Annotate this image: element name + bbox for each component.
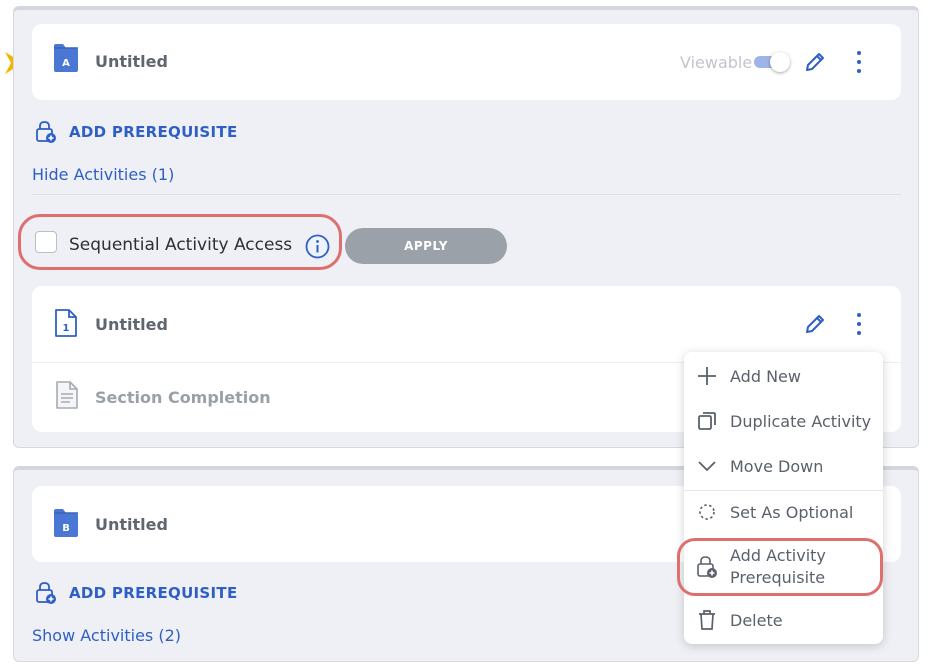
section-folder-icon: B — [54, 509, 78, 537]
section-badge: A — [62, 58, 70, 69]
section-badge: B — [62, 523, 70, 534]
info-icon[interactable] — [305, 234, 330, 259]
lock-add-icon — [36, 121, 56, 143]
menu-separator — [684, 490, 883, 491]
activity-more-icon[interactable] — [854, 313, 864, 335]
section-a-header-card[interactable]: A Untitled Viewable — [32, 24, 901, 100]
section-completion-label: Section Completion — [95, 388, 271, 407]
menu-item-delete[interactable]: Delete — [684, 600, 883, 640]
add-prerequisite-label: ADD PREREQUISITE — [69, 123, 238, 141]
activity-document-icon[interactable]: 1 — [53, 308, 79, 338]
plus-icon — [696, 365, 718, 387]
section-b-add-prerequisite[interactable]: ADD PREREQUISITE — [35, 581, 238, 605]
activity-context-menu: Add New Duplicate Activity Move Down Set… — [684, 352, 883, 644]
section-completion-icon — [56, 381, 78, 409]
chevron-down-icon — [696, 455, 718, 477]
menu-item-label: Duplicate Activity — [730, 411, 872, 431]
menu-item-add-new[interactable]: Add New — [684, 356, 883, 396]
edit-pencil-icon[interactable] — [803, 50, 827, 74]
dashed-circle-icon — [696, 501, 718, 523]
trash-icon — [696, 609, 718, 631]
activity-edit-pencil-icon[interactable] — [803, 312, 827, 336]
add-prerequisite-label: ADD PREREQUISITE — [69, 584, 238, 602]
section-a-add-prerequisite[interactable]: ADD PREREQUISITE — [35, 120, 238, 144]
activity-title[interactable]: Untitled — [95, 315, 168, 334]
sequential-access-checkbox[interactable] — [35, 231, 57, 253]
course-builder: A Untitled Viewable ADD PREREQUISITE Hid… — [0, 0, 938, 671]
section-folder-icon: A — [54, 44, 78, 72]
section-b-title: Untitled — [95, 515, 168, 534]
menu-item-move-down[interactable]: Move Down — [684, 446, 883, 486]
add-activity-prerequisite-highlight — [677, 538, 883, 596]
duplicate-icon — [696, 410, 718, 432]
menu-item-duplicate[interactable]: Duplicate Activity — [684, 401, 883, 441]
section-a-title: Untitled — [95, 52, 168, 71]
show-activities-link[interactable]: Show Activities (2) — [32, 626, 181, 645]
menu-item-label: Set As Optional — [730, 502, 854, 522]
section-a-more-icon[interactable] — [854, 51, 864, 73]
menu-item-set-optional[interactable]: Set As Optional — [684, 492, 883, 532]
viewable-label: Viewable — [680, 53, 753, 72]
lock-add-icon — [36, 582, 56, 604]
menu-item-label: Add New — [730, 366, 801, 386]
menu-item-label: Move Down — [730, 456, 824, 476]
activity-badge: 1 — [63, 323, 70, 334]
apply-button[interactable]: APPLY — [345, 228, 507, 264]
viewable-toggle[interactable] — [754, 52, 790, 72]
sequential-access-label: Sequential Activity Access — [69, 235, 293, 255]
section-a-divider — [32, 194, 901, 195]
hide-activities-link[interactable]: Hide Activities (1) — [32, 165, 174, 184]
menu-item-label: Delete — [730, 610, 783, 630]
